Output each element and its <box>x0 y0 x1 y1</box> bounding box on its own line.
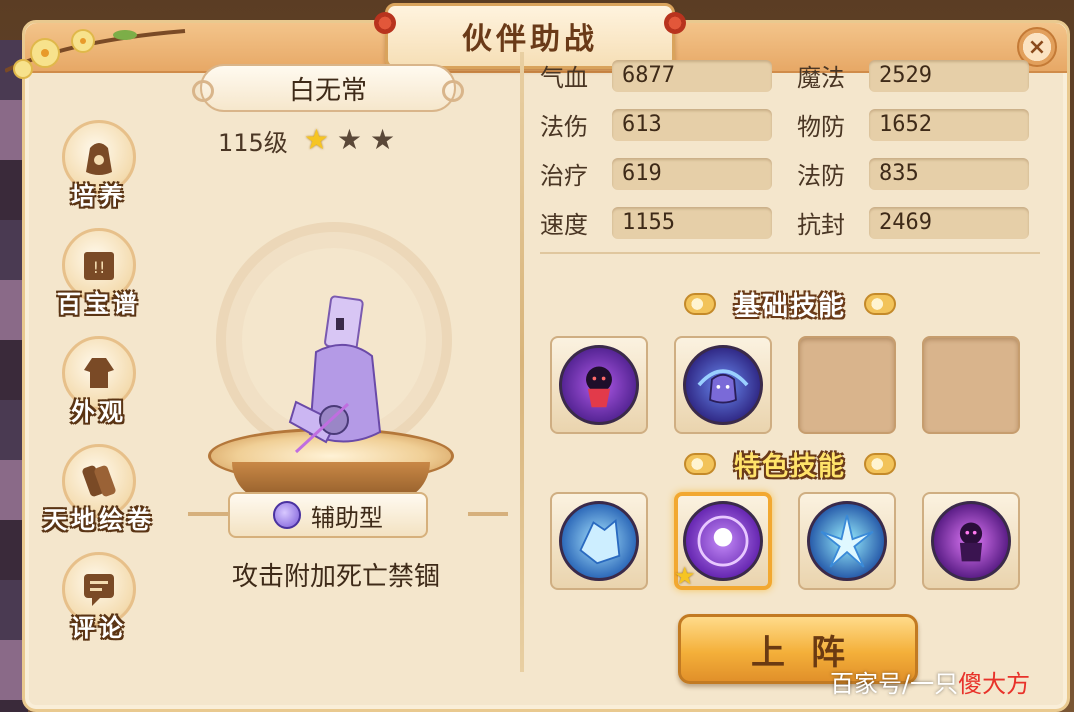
character-model-icon <box>288 295 382 454</box>
cloud-ornament-icon <box>683 453 716 475</box>
stat-row-mp: 魔法 2529 <box>797 58 1030 93</box>
ice-burst-skill-icon <box>807 501 887 581</box>
nav-item-appearance[interactable]: 外观 <box>44 336 154 444</box>
stat-value: 835 <box>869 157 1029 190</box>
special-skills-title: 特色技能 <box>733 451 846 482</box>
stat-label: 物防 <box>797 113 845 141</box>
stat-row-healing: 治疗 619 <box>540 156 773 191</box>
side-nav: 培养 !! 百宝谱 外观 天地绘卷 评论 <box>43 120 155 660</box>
stat-row-physical-defense: 物防 1652 <box>797 107 1030 142</box>
star-empty-icon: ★ <box>370 123 396 156</box>
nav-label: 培养 <box>71 182 127 210</box>
partner-description: 攻击附加死亡禁锢 <box>231 562 440 592</box>
character-display[interactable] <box>196 200 476 520</box>
basic-skills-row <box>550 336 1040 434</box>
nav-label: 百宝谱 <box>57 290 141 318</box>
partner-level: 115级 <box>218 128 288 157</box>
star-badge-icon: ★ <box>674 562 696 590</box>
stat-label: 抗封 <box>797 211 845 239</box>
basic-skills-title: 基础技能 <box>733 291 846 322</box>
panel-divider <box>520 52 524 672</box>
stat-label: 气血 <box>540 64 588 92</box>
partner-name-plate: 白无常 <box>192 64 464 112</box>
star-filled-icon: ★ <box>303 123 329 156</box>
basic-skills-header: 基础技能 <box>540 284 1040 324</box>
stat-value: 6877 <box>612 59 772 92</box>
cloud-ornament-icon <box>864 453 896 475</box>
stat-row-hp: 气血 6877 <box>540 58 773 93</box>
stat-label: 魔法 <box>797 64 845 92</box>
star-empty-icon: ★ <box>336 123 363 156</box>
red-knot-icon <box>664 12 686 34</box>
level-row: 115级 ★ ★ ★ <box>218 122 395 158</box>
nav-item-treasure-book[interactable]: !! 百宝谱 <box>44 228 154 336</box>
nav-label: 天地绘卷 <box>43 506 155 534</box>
stats-separator <box>540 252 1040 254</box>
special-skill-slot-1[interactable] <box>550 492 648 590</box>
plum-blossom-decoration-icon <box>5 29 186 79</box>
special-skill-slot-2[interactable]: ★ <box>674 492 772 590</box>
stat-label: 治疗 <box>540 162 588 190</box>
nav-label: 外观 <box>71 398 127 426</box>
watermark-highlight: 傻大方 <box>958 670 1031 698</box>
tag-wing-right <box>468 512 508 516</box>
stat-value: 1652 <box>869 108 1029 141</box>
cloud-ornament-icon <box>864 293 896 315</box>
partner-type: 辅助型 <box>311 503 383 532</box>
stat-row-seal-resist: 抗封 2469 <box>797 205 1030 240</box>
stat-label: 速度 <box>540 211 588 239</box>
basic-skill-slot-empty[interactable] <box>798 336 896 434</box>
ice-crystal-skill-icon <box>559 501 639 581</box>
nav-label: 评论 <box>71 614 127 642</box>
shadow-imp-skill-icon <box>559 345 639 425</box>
watermark-text: 百家号/一只 <box>830 670 959 698</box>
stat-value: 2529 <box>869 59 1029 92</box>
nav-item-cultivate[interactable]: 培养 <box>44 120 154 228</box>
basic-skill-slot-1[interactable] <box>550 336 648 434</box>
special-skills-header: 特色技能 <box>540 444 1040 484</box>
stats-grid: 气血 6877 魔法 2529 法伤 613 物防 1652 治疗 619 法防… <box>540 58 1030 240</box>
stat-row-magic-defense: 法防 835 <box>797 156 1030 191</box>
special-skill-slot-3[interactable] <box>798 492 896 590</box>
partner-type-tag: 辅助型 <box>228 492 428 538</box>
stat-label: 法伤 <box>540 113 588 141</box>
svg-text:!!: !! <box>93 258 106 277</box>
basic-skill-slot-2[interactable] <box>674 336 772 434</box>
red-knot-icon <box>374 12 396 34</box>
stat-label: 法防 <box>797 162 845 190</box>
stat-value: 2469 <box>869 206 1029 239</box>
violet-spirit-skill-icon <box>931 501 1011 581</box>
stat-value: 613 <box>612 108 772 141</box>
basic-skill-slot-empty[interactable] <box>922 336 1020 434</box>
nav-item-comments[interactable]: 评论 <box>44 552 154 660</box>
support-type-icon <box>273 501 301 529</box>
stat-value: 619 <box>612 157 772 190</box>
special-skills-row: ★ <box>550 492 1040 590</box>
nav-item-world-scroll[interactable]: 天地绘卷 <box>43 444 155 552</box>
stat-row-speed: 速度 1155 <box>540 205 773 240</box>
window-title: 伙伴助战 <box>462 22 598 57</box>
stat-row-magic-damage: 法伤 613 <box>540 107 773 142</box>
watermark: 百家号/一只傻大方 <box>830 664 1030 699</box>
ghost-vortex-skill-icon <box>683 345 763 425</box>
tag-wing-left <box>188 512 228 516</box>
cloud-ornament-icon <box>683 293 716 315</box>
stat-value: 1155 <box>612 206 772 239</box>
special-skill-slot-4[interactable] <box>922 492 1020 590</box>
